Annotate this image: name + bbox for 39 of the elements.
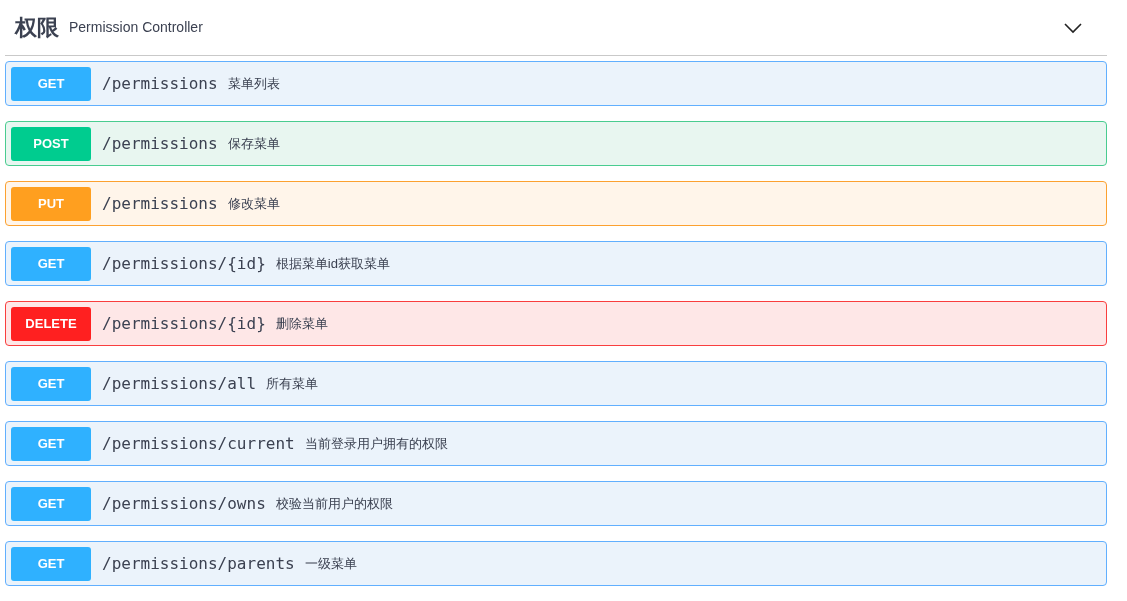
chevron-icon[interactable] <box>1063 21 1083 34</box>
operation-row[interactable]: GET /permissions/current 当前登录用户拥有的权限 <box>5 421 1107 466</box>
endpoint-path: /permissions/{id} <box>102 312 266 335</box>
operation-row[interactable]: GET /permissions/all 所有菜单 <box>5 361 1107 406</box>
endpoint-summary: 一级菜单 <box>304 554 357 573</box>
method-badge: GET <box>11 426 91 461</box>
method-badge: GET <box>11 486 91 521</box>
endpoint-summary: 保存菜单 <box>227 134 280 153</box>
endpoint-path: /permissions/all <box>102 372 257 395</box>
section-description: Permission Controller <box>69 18 203 37</box>
endpoint-path: /permissions/parents <box>102 552 295 575</box>
endpoint-path: /permissions <box>102 132 218 155</box>
endpoint-summary: 校验当前用户的权限 <box>275 494 393 513</box>
endpoint-path: /permissions/{id} <box>102 252 266 275</box>
method-badge: DELETE <box>11 306 91 341</box>
endpoint-path: /permissions/current <box>102 432 295 455</box>
section-title: 权限 <box>15 14 59 42</box>
endpoint-summary: 当前登录用户拥有的权限 <box>304 434 448 453</box>
method-badge: GET <box>11 66 91 101</box>
endpoint-summary: 根据菜单id获取菜单 <box>275 254 390 273</box>
endpoint-path: /permissions <box>102 192 218 215</box>
endpoint-path: /permissions <box>102 72 218 95</box>
method-badge: GET <box>11 546 91 581</box>
method-badge: POST <box>11 126 91 161</box>
method-badge: GET <box>11 246 91 281</box>
endpoint-summary: 删除菜单 <box>275 314 328 333</box>
operation-row[interactable]: GET /permissions/{id} 根据菜单id获取菜单 <box>5 241 1107 286</box>
method-badge: GET <box>11 366 91 401</box>
endpoint-summary: 所有菜单 <box>266 374 319 393</box>
operation-row[interactable]: PUT /permissions 修改菜单 <box>5 181 1107 226</box>
operation-row[interactable]: GET /permissions/parents 一级菜单 <box>5 541 1107 586</box>
endpoint-path: /permissions/owns <box>102 492 266 515</box>
method-badge: PUT <box>11 186 91 221</box>
operation-row[interactable]: GET /permissions 菜单列表 <box>5 61 1107 106</box>
endpoint-summary: 菜单列表 <box>227 74 280 93</box>
endpoint-summary: 修改菜单 <box>227 194 280 213</box>
operation-row[interactable]: POST /permissions 保存菜单 <box>5 121 1107 166</box>
operation-row[interactable]: GET /permissions/owns 校验当前用户的权限 <box>5 481 1107 526</box>
operation-row[interactable]: DELETE /permissions/{id} 删除菜单 <box>5 301 1107 346</box>
